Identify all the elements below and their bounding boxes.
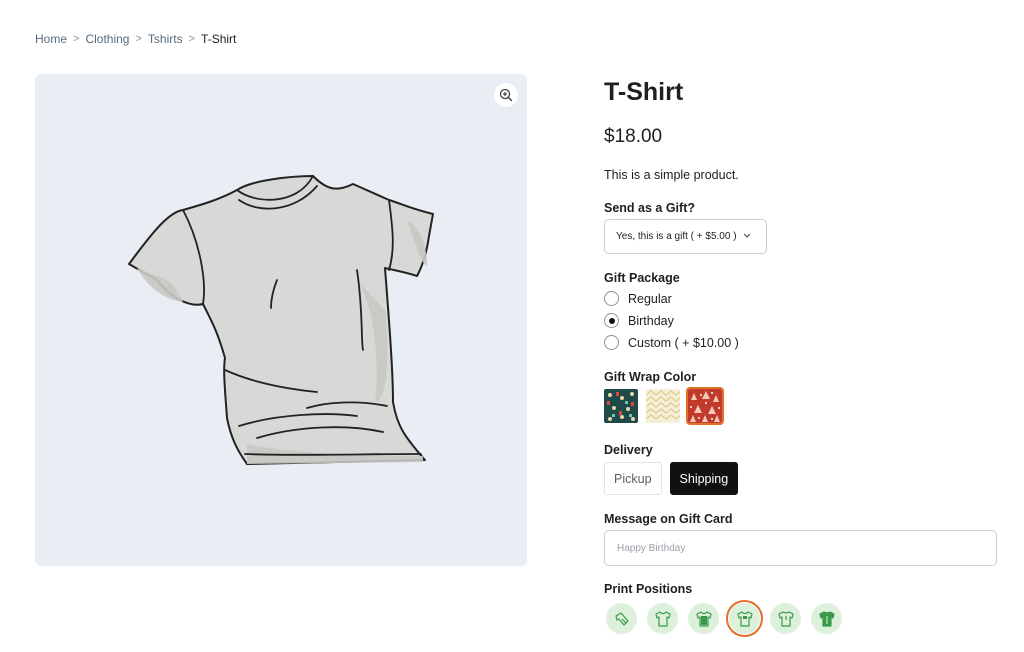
product-image[interactable] [127,170,435,470]
tshirt-back-icon [777,610,794,627]
breadcrumb-clothing[interactable]: Clothing [85,32,129,46]
gift-message-input[interactable] [604,530,997,566]
radio-label: Birthday [628,313,674,328]
product-description: This is a simple product. [604,168,739,182]
delivery-shipping-button[interactable]: Shipping [669,462,739,495]
gift-package-label: Gift Package [604,271,680,285]
zoom-button[interactable] [494,83,518,107]
gift-select[interactable]: Yes, this is a gift ( + $5.00 ) [604,219,767,254]
print-positions [606,600,842,637]
radio-button[interactable] [604,313,619,328]
breadcrumb-home[interactable]: Home [35,32,67,46]
print-position-sleeve[interactable] [606,603,637,634]
message-label: Message on Gift Card [604,512,733,526]
radio-label: Custom ( + $10.00 ) [628,335,739,350]
breadcrumb-separator: > [73,33,80,45]
gift-wrap-swatches [604,387,724,425]
radio-button[interactable] [604,335,619,350]
gift-package-option-custom[interactable]: Custom ( + $10.00 ) [604,335,739,350]
print-position-front-filled[interactable] [688,603,719,634]
print-position-back-filled[interactable] [811,603,842,634]
swatch-dark-teal-pattern[interactable] [604,389,638,423]
swatch-red-trees[interactable] [686,387,724,425]
product-title: T-Shirt [604,78,684,106]
radio-button[interactable] [604,291,619,306]
sleeve-icon [614,611,629,626]
print-positions-label: Print Positions [604,582,693,596]
tshirt-chest-icon [736,610,753,627]
product-gallery [35,74,527,566]
delivery-label: Delivery [604,443,653,457]
delivery-options: Pickup Shipping [604,462,739,495]
gift-label: Send as a Gift? [604,201,695,215]
tshirt-front-filled-icon [695,610,712,627]
gift-package-option-birthday[interactable]: Birthday [604,313,674,328]
radio-label: Regular [628,291,672,306]
gift-package-option-regular[interactable]: Regular [604,291,672,306]
delivery-pickup-button[interactable]: Pickup [604,462,662,495]
gift-wrap-label: Gift Wrap Color [604,370,697,384]
tshirt-back-filled-icon [818,610,835,627]
chevron-down-icon [743,232,751,241]
breadcrumb: Home > Clothing > Tshirts > T-Shirt [35,32,236,46]
breadcrumb-tshirts[interactable]: Tshirts [148,32,183,46]
zoom-in-icon [499,88,513,102]
product-price: $18.00 [604,126,663,147]
print-position-front-chest[interactable] [726,600,763,637]
print-position-front-outline[interactable] [647,603,678,634]
breadcrumb-separator: > [135,33,142,45]
print-position-back-outline[interactable] [770,603,801,634]
breadcrumb-separator: > [188,33,196,45]
tshirt-front-icon [654,610,671,627]
gift-select-value: Yes, this is a gift ( + $5.00 ) [616,231,737,242]
breadcrumb-current: T-Shirt [201,32,237,46]
swatch-gold-chevron[interactable] [646,389,680,423]
